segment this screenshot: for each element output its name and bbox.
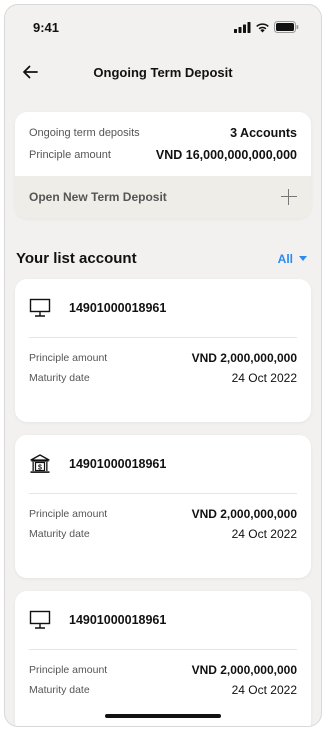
caret-down-icon — [299, 256, 307, 261]
maturity-label: Maturity date — [29, 684, 90, 696]
bank-icon: $ — [29, 453, 51, 475]
nav-bar: Ongoing Term Deposit — [5, 49, 321, 95]
page-title: Ongoing Term Deposit — [93, 64, 233, 80]
principle-row: Principle amount VND 2,000,000,000 — [29, 504, 297, 524]
maturity-label: Maturity date — [29, 528, 90, 540]
principle-value: VND 2,000,000,000 — [191, 507, 297, 521]
deposits-value: 3 Accounts — [230, 126, 297, 140]
account-number: 14901000018961 — [69, 457, 167, 471]
account-number: 14901000018961 — [69, 613, 167, 627]
summary-deposits-row: Ongoing term deposits 3 Accounts — [29, 122, 297, 144]
plus-icon — [281, 189, 297, 205]
principle-label: Principle amount — [29, 149, 111, 161]
home-indicator[interactable] — [105, 714, 221, 718]
account-header: $ 14901000018961 — [15, 435, 311, 493]
principle-label: Principle amount — [29, 352, 108, 364]
list-header: Your list account All — [16, 250, 307, 267]
principle-label: Principle amount — [29, 664, 108, 676]
open-new-term-deposit-label: Open New Term Deposit — [29, 190, 167, 204]
maturity-row: Maturity date 24 Oct 2022 — [29, 524, 297, 544]
principle-value: VND 2,000,000,000 — [191, 351, 297, 365]
battery-icon — [274, 21, 299, 33]
status-bar: 9:41 — [5, 5, 321, 49]
principle-value: VND 2,000,000,000 — [191, 663, 297, 677]
svg-text:$: $ — [38, 465, 42, 472]
phone-screen: 9:41 Ongoing Term Deposit Ongoing term d… — [4, 4, 322, 727]
maturity-label: Maturity date — [29, 372, 90, 384]
principle-label: Principle amount — [29, 508, 108, 520]
principle-row: Principle amount VND 2,000,000,000 — [29, 348, 297, 368]
back-arrow-icon — [23, 65, 38, 79]
summary-card: Ongoing term deposits 3 Accounts Princip… — [15, 112, 311, 218]
signal-icon — [234, 21, 251, 33]
maturity-value: 24 Oct 2022 — [231, 371, 297, 385]
summary-body: Ongoing term deposits 3 Accounts Princip… — [15, 112, 311, 176]
account-header: 14901000018961 — [15, 279, 311, 337]
account-card[interactable]: 14901000018961 Principle amount VND 2,00… — [15, 591, 311, 726]
computer-icon — [29, 609, 51, 631]
wifi-icon — [256, 22, 269, 32]
account-card[interactable]: $ 14901000018961 Principle amount VND 2,… — [15, 435, 311, 578]
status-icons — [234, 21, 299, 33]
account-header: 14901000018961 — [15, 591, 311, 649]
open-new-term-deposit-button[interactable]: Open New Term Deposit — [15, 176, 311, 218]
list-title: Your list account — [16, 250, 137, 267]
maturity-value: 24 Oct 2022 — [231, 683, 297, 697]
account-number: 14901000018961 — [69, 301, 167, 315]
principle-value: VND 16,000,000,000,000 — [155, 148, 297, 162]
filter-dropdown[interactable]: All — [278, 252, 307, 266]
account-card[interactable]: 14901000018961 Principle amount VND 2,00… — [15, 279, 311, 422]
status-time: 9:41 — [33, 19, 60, 35]
back-button[interactable] — [19, 61, 41, 83]
summary-principle-row: Principle amount VND 16,000,000,000,000 — [29, 144, 297, 166]
maturity-value: 24 Oct 2022 — [231, 527, 297, 541]
account-details: Principle amount VND 2,000,000,000 Matur… — [15, 494, 311, 544]
account-details: Principle amount VND 2,000,000,000 Matur… — [15, 338, 311, 388]
principle-row: Principle amount VND 2,000,000,000 — [29, 660, 297, 680]
deposits-label: Ongoing term deposits — [29, 127, 140, 139]
computer-icon — [29, 297, 51, 319]
filter-label: All — [277, 251, 293, 266]
maturity-row: Maturity date 24 Oct 2022 — [29, 368, 297, 388]
maturity-row: Maturity date 24 Oct 2022 — [29, 680, 297, 700]
account-details: Principle amount VND 2,000,000,000 Matur… — [15, 650, 311, 700]
